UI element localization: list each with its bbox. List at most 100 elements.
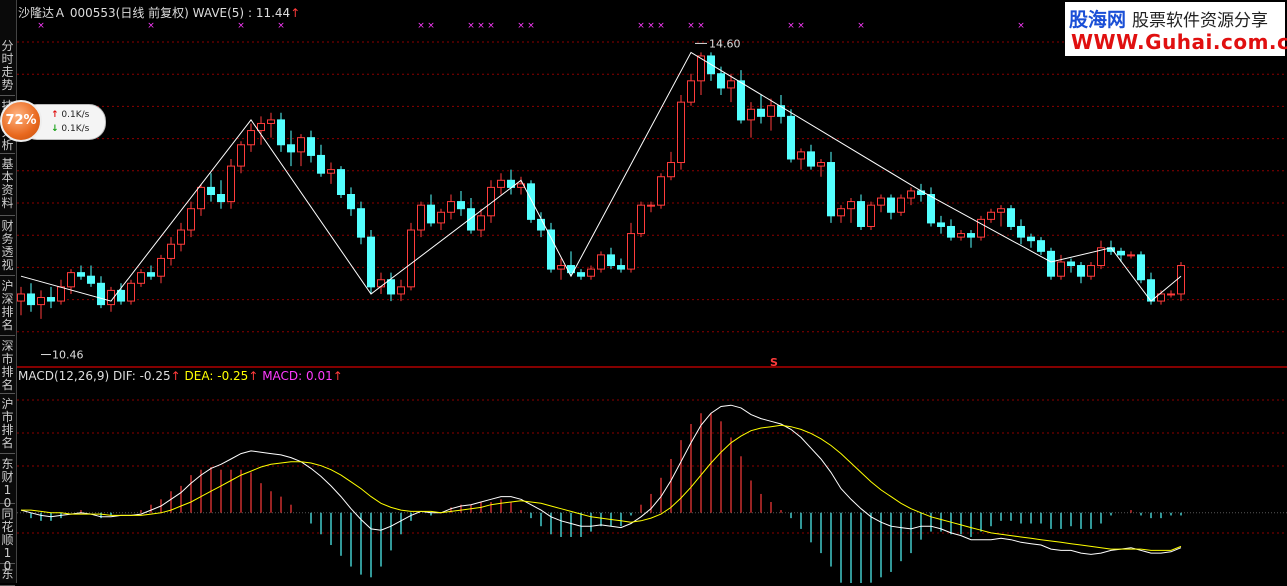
candle xyxy=(557,265,565,270)
candle xyxy=(767,105,775,117)
candle xyxy=(427,204,435,224)
signal-marker: × xyxy=(797,21,805,31)
candle xyxy=(547,229,555,270)
signal-marker: × xyxy=(37,21,45,31)
candle xyxy=(967,233,975,238)
candle xyxy=(577,272,585,277)
candle xyxy=(607,254,615,267)
candle xyxy=(157,257,165,277)
candle xyxy=(1037,240,1045,252)
candle xyxy=(1117,250,1125,256)
download-rate: 0.1K/s xyxy=(61,124,90,134)
candle xyxy=(227,165,235,203)
candle xyxy=(1127,254,1135,257)
candle xyxy=(927,194,935,224)
candle xyxy=(907,190,915,199)
candle xyxy=(267,119,275,124)
candle xyxy=(1007,208,1015,227)
candle xyxy=(1087,265,1095,277)
candle xyxy=(37,297,45,306)
signal-marker: × xyxy=(487,21,495,31)
candle xyxy=(477,215,485,231)
candle xyxy=(247,130,255,146)
candle xyxy=(987,211,995,220)
candle xyxy=(817,162,825,167)
candle xyxy=(877,197,885,206)
signal-marker: × xyxy=(147,21,155,31)
candle xyxy=(237,144,245,167)
candle xyxy=(327,169,335,174)
stock-chart[interactable]: 14.6010.46× × × × × × × × × × × × × × × × × × × ×S xyxy=(0,0,1287,583)
candle xyxy=(657,176,665,206)
candle xyxy=(687,80,695,103)
sell-marker: S xyxy=(770,356,778,369)
signal-marker: × xyxy=(647,21,655,31)
high-label: 14.60 xyxy=(709,37,741,50)
network-speed-widget[interactable]: ↑ 0.1K/s ↓ 0.1K/s 72% xyxy=(0,100,106,142)
candle xyxy=(307,137,315,156)
candle xyxy=(1067,261,1075,267)
candle xyxy=(737,80,745,121)
candle xyxy=(997,208,1005,213)
candle xyxy=(367,236,375,288)
upload-arrow-icon: ↑ xyxy=(51,110,59,120)
candle xyxy=(187,208,195,231)
candle xyxy=(667,162,675,178)
candle xyxy=(627,233,635,270)
candle xyxy=(1047,250,1055,277)
candle xyxy=(207,186,215,195)
candle xyxy=(347,194,355,210)
signal-marker: × xyxy=(467,21,475,31)
candle xyxy=(217,194,225,203)
candle xyxy=(857,201,865,227)
candle xyxy=(637,204,645,235)
candle xyxy=(747,108,755,121)
candle xyxy=(617,265,625,270)
candle xyxy=(147,272,155,277)
candle xyxy=(67,272,75,288)
signal-marker: × xyxy=(277,21,285,31)
candle xyxy=(787,115,795,160)
signal-marker: × xyxy=(517,21,525,31)
candle xyxy=(27,293,35,306)
candle xyxy=(1177,265,1185,295)
candle xyxy=(1027,236,1035,242)
candle xyxy=(887,197,895,213)
signal-marker: × xyxy=(687,21,695,31)
speed-percent-badge[interactable]: 72% xyxy=(0,100,42,142)
candle xyxy=(417,204,425,231)
candle xyxy=(677,101,685,164)
candle xyxy=(1017,225,1025,238)
candle xyxy=(947,225,955,238)
candle xyxy=(1137,254,1145,281)
candle xyxy=(447,201,455,213)
candle xyxy=(277,119,285,146)
candle xyxy=(727,80,735,89)
candle xyxy=(407,229,415,288)
signal-marker: × xyxy=(787,21,795,31)
signal-marker: × xyxy=(637,21,645,31)
signal-marker: × xyxy=(477,21,485,31)
candle xyxy=(467,208,475,231)
signal-marker: × xyxy=(417,21,425,31)
candle xyxy=(807,151,815,167)
candle xyxy=(957,233,965,238)
dif-line xyxy=(20,404,1182,555)
upload-rate: 0.1K/s xyxy=(61,110,90,120)
candle xyxy=(137,272,145,284)
candle xyxy=(397,286,405,295)
candle xyxy=(87,275,95,284)
candle xyxy=(867,204,875,227)
signal-marker: × xyxy=(657,21,665,31)
candle xyxy=(457,201,465,210)
candle xyxy=(97,282,105,306)
candle xyxy=(717,73,725,89)
candle xyxy=(937,222,945,227)
watermark-brand: 股海网 xyxy=(1069,9,1127,31)
watermark-slogan: 股票软件资源分享 xyxy=(1132,11,1269,31)
signal-marker: × xyxy=(427,21,435,31)
candle xyxy=(1057,261,1065,277)
candle xyxy=(337,169,345,196)
candle xyxy=(377,279,385,288)
candle xyxy=(497,179,505,188)
